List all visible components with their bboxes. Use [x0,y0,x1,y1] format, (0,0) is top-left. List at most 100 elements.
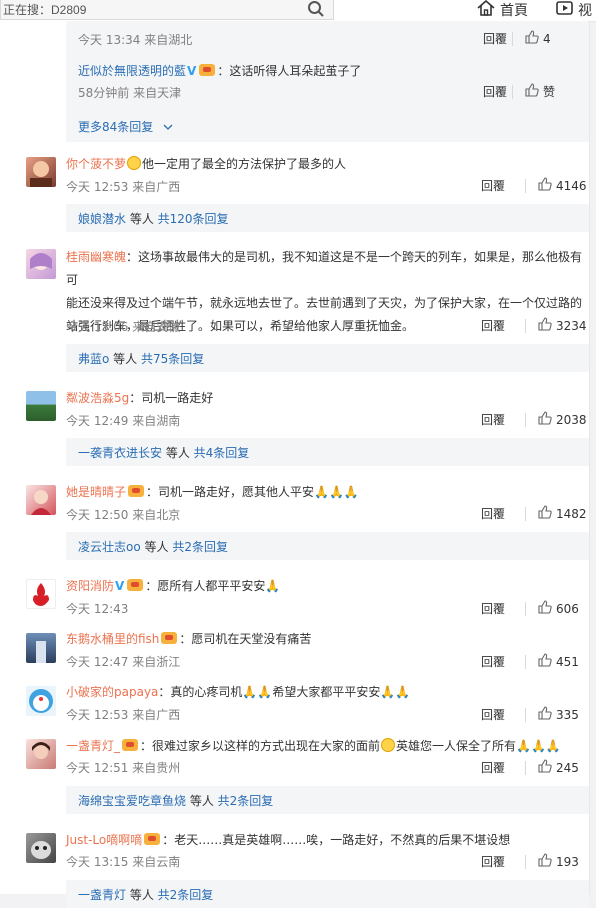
sub-reply-count[interactable]: 共75条回复 [141,352,204,366]
video-icon [556,0,574,20]
sub-reply-count[interactable]: 共2条回复 [172,540,228,554]
comment-text-extra: 希望大家都平平安安 [272,685,381,699]
comment-user[interactable]: Just-Lo嘀啊嘀 [66,833,142,847]
comment-text: ：老天……真是英雄啊……唉，一路走好，不然真的后果不堪设想 [162,833,511,847]
comment-user[interactable]: 她是晴晴子 [66,485,126,499]
avatar[interactable] [26,249,56,279]
comment-user[interactable]: 粼波浩淼5g [66,391,129,405]
sub-reply-summary[interactable]: 一盏青灯 等人 共2条回复 [66,880,589,908]
reply-button[interactable]: 回覆 [481,853,525,870]
more-replies-label: 更多84条回复 [78,120,154,134]
avatar[interactable] [26,391,56,421]
avatar[interactable] [26,485,56,515]
reply-button[interactable]: 回覆 [481,505,525,522]
like-count: 4146 [556,178,587,193]
thumb-up-icon [538,853,552,870]
comment-text: ：很难过家乡以这样的方式出现在大家的面前 [140,739,381,753]
avatar[interactable] [26,579,56,609]
comment-actions: 回覆 3234 [481,317,587,334]
reply-button[interactable]: 回覆 [481,177,525,194]
reply-button[interactable]: 回覆 [483,30,512,47]
nav-video[interactable]: 视 [556,0,592,20]
reply-button[interactable]: 回覆 [481,706,525,723]
divider [525,178,526,193]
comment-user[interactable]: 桂雨幽寒魄 [66,250,126,264]
sub-reply-block: 今天 13:34 来自湖北 回覆 4 近似於無限透明的藍V ：这话听得人耳朵起茧子… [66,21,589,142]
like-button[interactable]: 451 [538,653,586,670]
reply-button[interactable]: 回覆 [481,759,525,776]
sub-reply-user[interactable]: 一盏青灯 [78,888,126,902]
chevron-down-icon [163,120,173,134]
like-button[interactable]: 245 [538,759,586,776]
like-count: 3234 [556,318,587,333]
comment-actions: 回覆 245 [481,759,586,776]
like-button[interactable]: 193 [538,853,586,870]
sub-reply-summary[interactable]: 一袭青衣进长安 等人 共4条回复 [66,438,589,466]
like-button[interactable]: 2038 [538,411,587,428]
comment-text-extra: 英雄您一人保全了所有 [396,739,517,753]
divider [525,506,526,521]
like-button[interactable]: 4 [525,30,573,47]
sub-reply-text: ：这话听得人耳朵起茧子了 [217,64,362,78]
thumb-up-icon [538,411,552,428]
sub-reply-count[interactable]: 共2条回复 [218,794,274,808]
sub-reply-summary[interactable]: 凌云壮志oo 等人 共2条回复 [66,532,589,560]
like-button[interactable]: 606 [538,600,586,617]
reply-button[interactable]: 回覆 [481,653,525,670]
like-button[interactable]: 赞 [525,83,573,100]
comment-user[interactable]: 东鹅水桶里的fish [66,632,159,646]
sub-reply-mid: 等人 [109,352,141,366]
sub-reply-user[interactable]: 娘娘潜水 [78,212,126,226]
avatar[interactable] [26,686,56,716]
avatar[interactable] [26,833,56,863]
sub-reply-summary[interactable]: 娘娘潜水 等人 共120条回复 [66,204,589,232]
sub-reply: 近似於無限透明的藍V ：这话听得人耳朵起茧子了 [78,62,361,79]
comment-user[interactable]: 资阳消防 [66,579,114,593]
sub-reply-count[interactable]: 共120条回复 [158,212,229,226]
reply-button[interactable]: 回覆 [481,317,525,334]
avatar[interactable] [26,739,56,769]
sub-reply-summary[interactable]: 弗蓝o 等人 共75条回复 [66,344,589,372]
comment-meta: 今天 12:49 来自湖南 [66,414,181,428]
nav-home[interactable]: 首頁 [476,0,528,20]
pray-emoji-icon: 🙏 [265,579,281,593]
thumb-up-icon [538,600,552,617]
comment-body: 资阳消防V ：愿所有人都平平安安🙏 [66,577,280,594]
sub-reply-summary[interactable]: 海绵宝宝爱吃章鱼烧 等人 共2条回复 [66,786,589,814]
sub-reply-user[interactable]: 海绵宝宝爱吃章鱼烧 [78,794,186,808]
crying-emoji-icon [381,738,396,752]
member-badge-icon [144,833,161,845]
reply-button[interactable]: 回覆 [481,600,525,617]
like-count: 4 [543,31,551,46]
divider [525,412,526,427]
search-icon[interactable] [307,0,325,21]
reply-button[interactable]: 回覆 [483,83,512,100]
search-input[interactable] [1,0,303,18]
nav-home-label: 首頁 [500,3,528,19]
avatar[interactable] [26,157,56,187]
sub-reply-user[interactable]: 凌云壮志oo [78,540,141,554]
reply-button[interactable]: 回覆 [481,411,525,428]
sub-reply-user[interactable]: 弗蓝o [78,352,109,366]
sub-reply-user[interactable]: 一袭青衣进长安 [78,446,162,460]
top-bar: 首頁 视 [0,0,596,22]
sub-reply-count[interactable]: 共2条回复 [158,888,214,902]
sub-reply-user[interactable]: 近似於無限透明的藍 [78,64,186,78]
like-button[interactable]: 1482 [538,505,587,522]
search-box[interactable] [0,0,334,20]
like-button[interactable]: 3234 [538,317,587,334]
comment-meta: 今天 13:06 来自安徽 [66,320,181,334]
nav-video-label: 视 [578,3,592,19]
comment-user[interactable]: 你个菠不萝 [66,157,126,171]
comment-body: 你个菠不萝 他一定用了最全的方法保护了最多的人 [66,155,346,172]
avatar[interactable] [26,633,56,663]
comment-user[interactable]: 小破家的papaya [66,685,158,699]
divider [525,601,526,616]
sub-reply-mid: 等人 [126,212,158,226]
sub-reply-count[interactable]: 共4条回复 [194,446,250,460]
comment-user[interactable]: 一盏青灯_ [66,739,120,753]
like-button[interactable]: 4146 [538,177,587,194]
like-button[interactable]: 335 [538,706,586,723]
more-replies-link[interactable]: 更多84条回复 [78,118,173,135]
sub-reply-meta: 58分钟前 来自天津 [78,86,182,100]
